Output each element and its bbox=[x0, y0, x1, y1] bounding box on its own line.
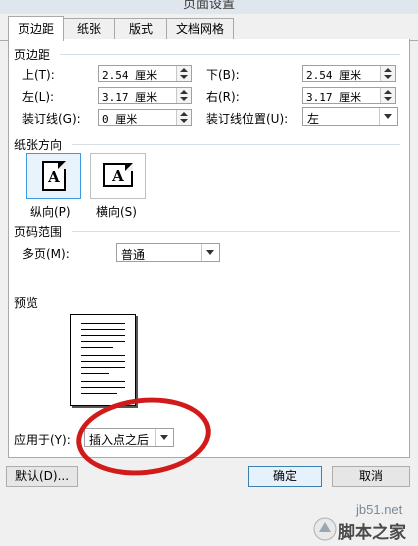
spin-up-icon[interactable] bbox=[384, 90, 392, 94]
right-margin-input[interactable]: 3.17 厘米 bbox=[302, 87, 396, 104]
gutter-position-value: 左 bbox=[307, 112, 320, 126]
bottom-margin-label: 下(B): bbox=[206, 68, 240, 82]
portrait-button[interactable]: A bbox=[26, 153, 81, 199]
spin-arrows[interactable] bbox=[380, 88, 395, 103]
dialog-title: 页面设置 bbox=[182, 0, 235, 12]
ok-button[interactable]: 确定 bbox=[248, 466, 322, 487]
watermark-site: jb51.net bbox=[356, 502, 403, 517]
margins-section-title: 页边距 bbox=[14, 48, 51, 62]
watermark-area: jb51.net 脚本之家 bbox=[0, 488, 418, 546]
landscape-page-icon: A bbox=[103, 163, 133, 187]
spin-up-icon[interactable] bbox=[180, 68, 188, 72]
spin-up-icon[interactable] bbox=[384, 68, 392, 72]
portrait-label: 纵向(P) bbox=[30, 205, 71, 219]
right-margin-label: 右(R): bbox=[206, 90, 240, 104]
chevron-down-icon[interactable] bbox=[201, 244, 219, 261]
portrait-page-icon: A bbox=[42, 161, 66, 191]
section-divider bbox=[60, 54, 400, 55]
top-margin-label: 上(T): bbox=[22, 68, 55, 82]
gutter-input[interactable]: 0 厘米 bbox=[98, 109, 192, 126]
left-margin-input[interactable]: 3.17 厘米 bbox=[98, 87, 192, 104]
section-divider bbox=[72, 144, 400, 145]
spin-up-icon[interactable] bbox=[180, 90, 188, 94]
spin-arrows[interactable] bbox=[176, 66, 191, 81]
spin-down-icon[interactable] bbox=[180, 75, 188, 79]
gutter-value: 0 厘米 bbox=[102, 113, 138, 126]
spin-down-icon[interactable] bbox=[180, 97, 188, 101]
landscape-button[interactable]: A bbox=[90, 153, 146, 199]
multiple-pages-select[interactable]: 普通 bbox=[116, 243, 220, 262]
top-margin-value: 2.54 厘米 bbox=[102, 69, 158, 82]
orientation-section-title: 纸张方向 bbox=[14, 138, 63, 152]
gutter-position-label: 装订线位置(U): bbox=[206, 112, 289, 126]
gutter-position-select[interactable]: 左 bbox=[302, 107, 398, 126]
bottom-margin-value: 2.54 厘米 bbox=[306, 69, 362, 82]
right-margin-value: 3.17 厘米 bbox=[306, 91, 362, 104]
section-divider bbox=[72, 231, 400, 232]
tab-paper[interactable]: 纸张 bbox=[62, 18, 116, 40]
multiple-pages-label: 多页(M): bbox=[22, 247, 70, 261]
page-range-section-title: 页码范围 bbox=[14, 225, 63, 239]
left-margin-label: 左(L): bbox=[22, 90, 55, 104]
tab-doc-grid[interactable]: 文档网格 bbox=[166, 18, 234, 40]
preview-page bbox=[70, 314, 136, 406]
apply-to-label: 应用于(Y): bbox=[14, 433, 71, 447]
default-button[interactable]: 默认(D)... bbox=[6, 466, 78, 487]
left-margin-value: 3.17 厘米 bbox=[102, 91, 158, 104]
landscape-label: 横向(S) bbox=[96, 205, 137, 219]
page-icon-letter: A bbox=[48, 168, 60, 186]
spin-down-icon[interactable] bbox=[384, 75, 392, 79]
spin-arrows[interactable] bbox=[176, 110, 191, 125]
spin-arrows[interactable] bbox=[380, 66, 395, 81]
tab-layout[interactable]: 版式 bbox=[114, 18, 168, 40]
spin-down-icon[interactable] bbox=[180, 119, 188, 123]
top-margin-input[interactable]: 2.54 厘米 bbox=[98, 65, 192, 82]
tab-margins[interactable]: 页边距 bbox=[8, 16, 64, 41]
watermark-name: 脚本之家 bbox=[338, 523, 406, 543]
spin-arrows[interactable] bbox=[176, 88, 191, 103]
cancel-button[interactable]: 取消 bbox=[332, 466, 410, 487]
spin-up-icon[interactable] bbox=[180, 112, 188, 116]
multiple-pages-value: 普通 bbox=[121, 248, 146, 262]
preview-section-title: 预览 bbox=[14, 296, 39, 310]
bottom-margin-input[interactable]: 2.54 厘米 bbox=[302, 65, 396, 82]
gutter-label: 装订线(G): bbox=[22, 112, 81, 126]
spin-down-icon[interactable] bbox=[384, 97, 392, 101]
watermark-logo-icon bbox=[313, 517, 337, 541]
chevron-down-icon[interactable] bbox=[379, 108, 397, 125]
page-icon-letter: A bbox=[112, 167, 124, 185]
